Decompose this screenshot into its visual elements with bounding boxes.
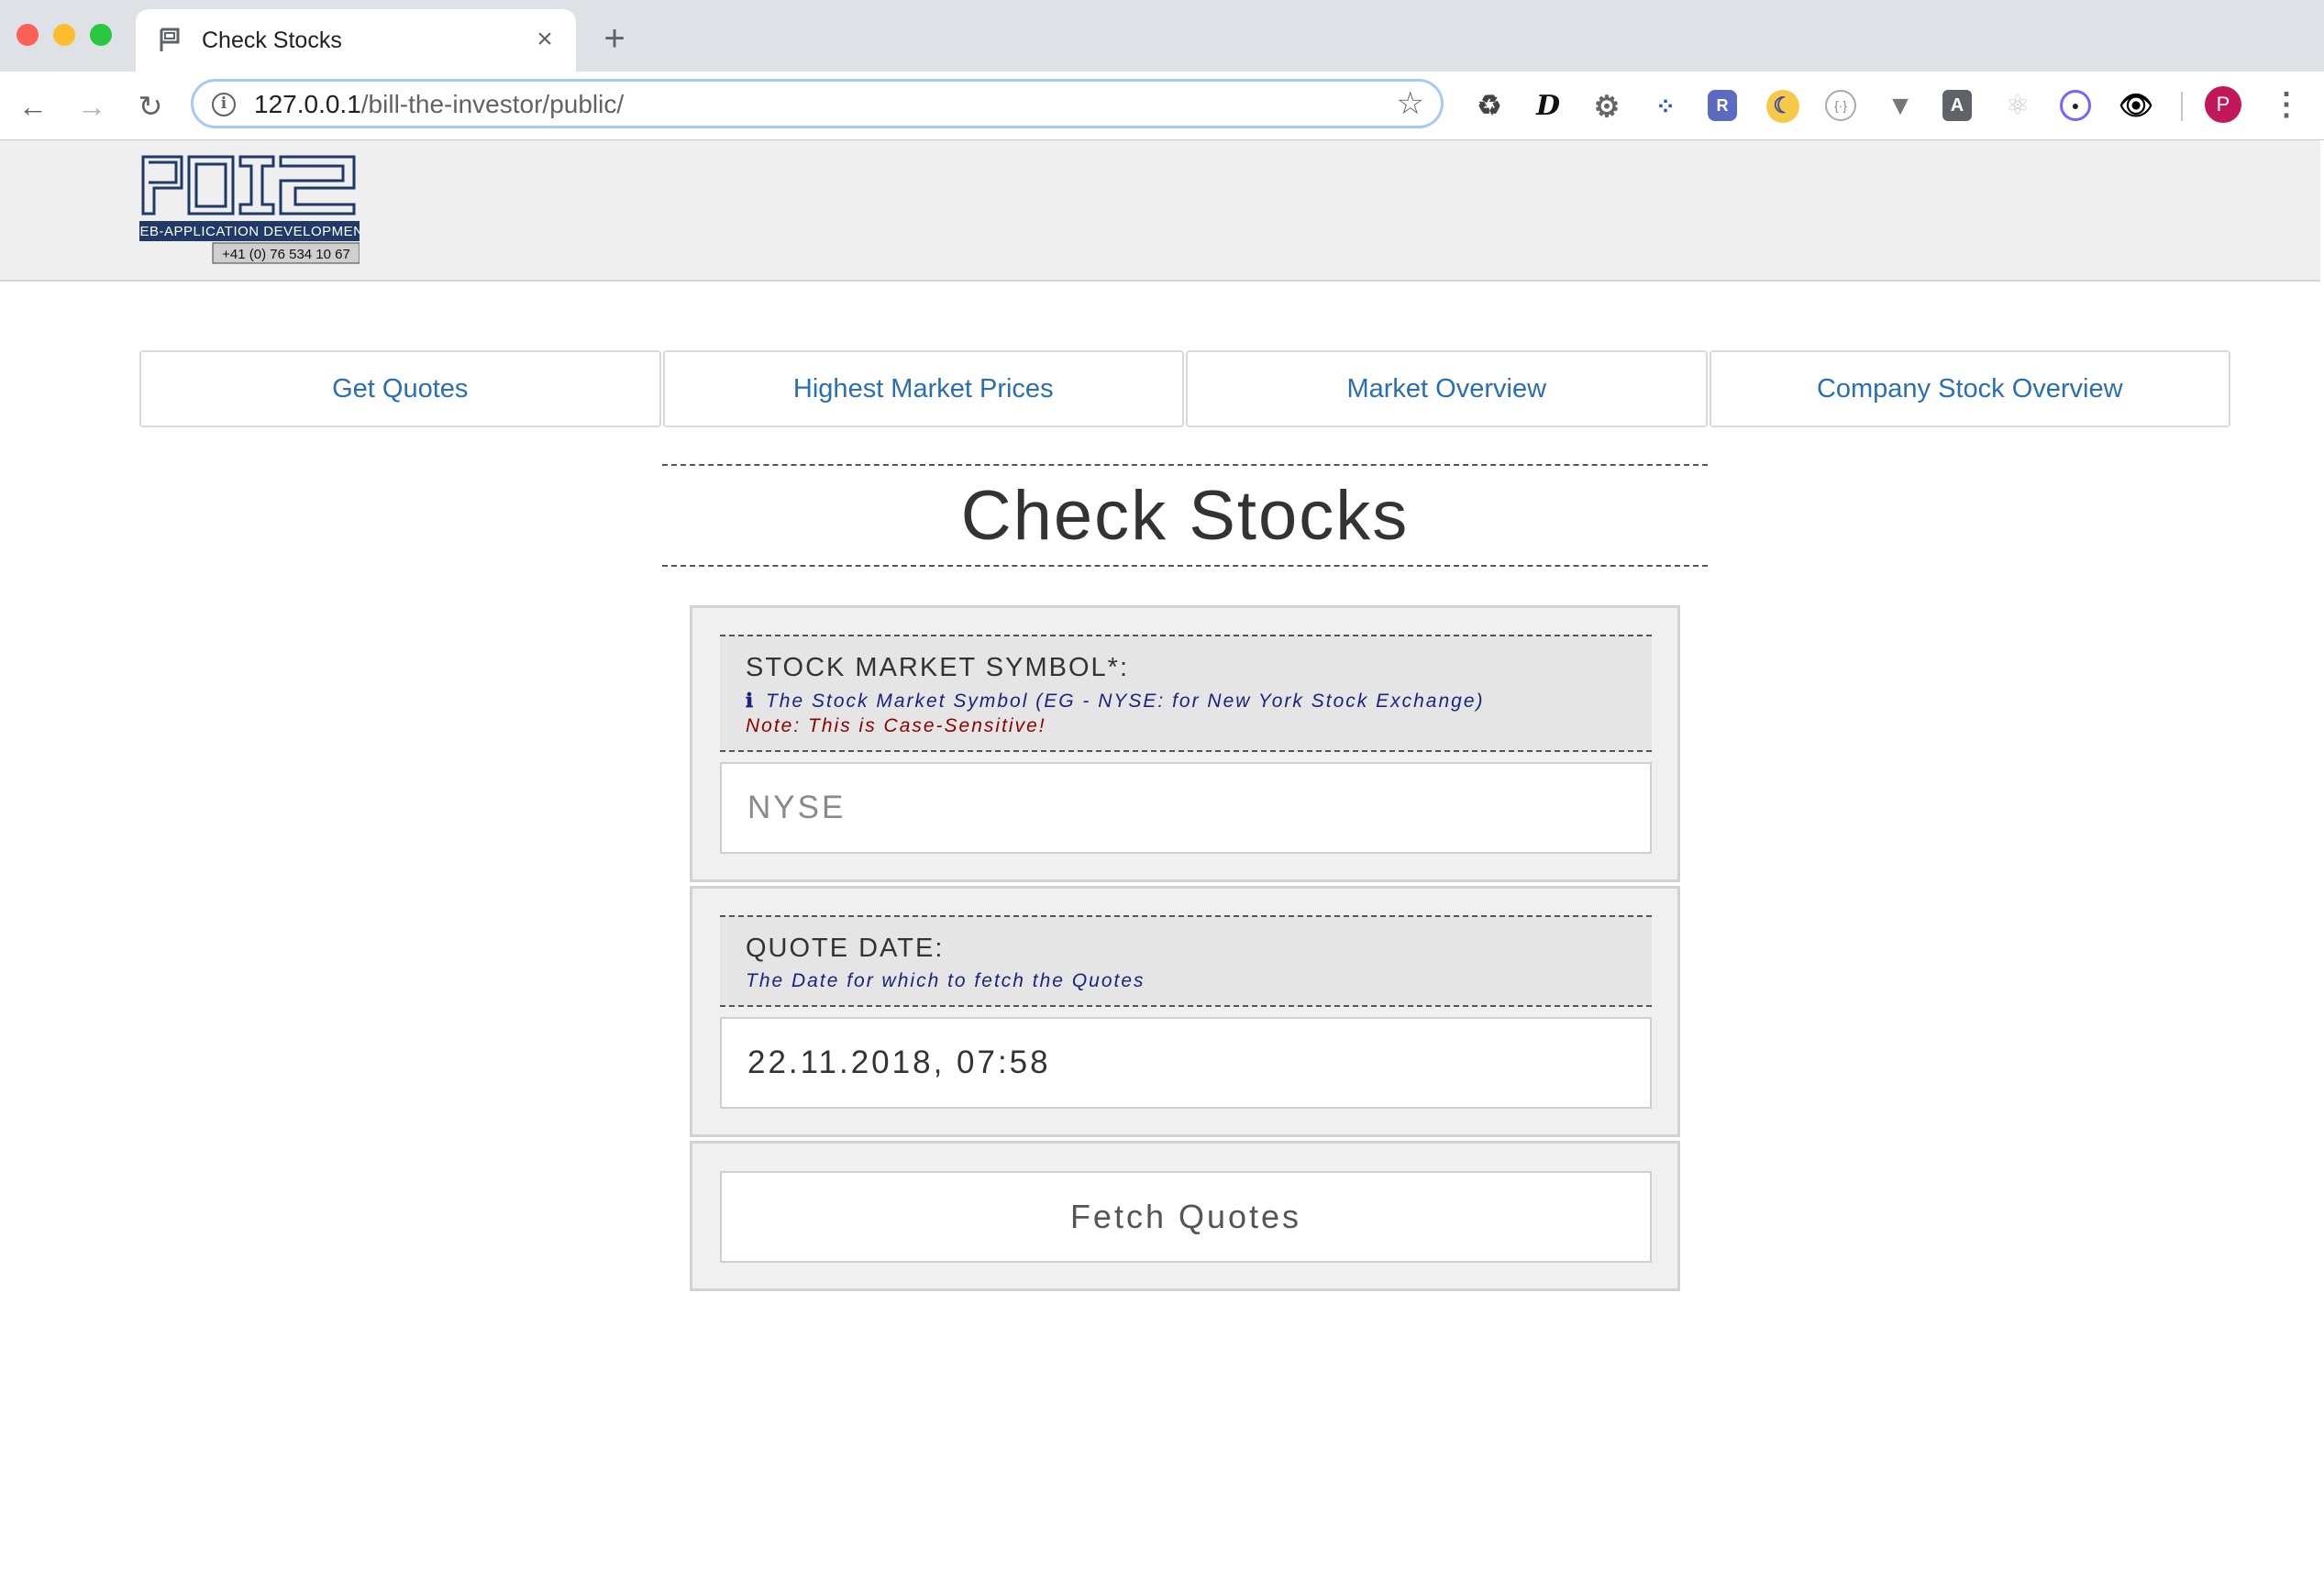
symbol-label-box: STOCK MARKET SYMBOL*: ℹ The Stock Market … [720,635,1652,752]
back-button[interactable]: ← [15,88,51,125]
date-hint: The Date for which to fetch the Quotes [746,970,1145,991]
site-info-icon[interactable]: i [212,93,236,116]
react-icon[interactable]: ⚛ [2001,90,2034,123]
svg-text:+41 (0) 76 534 10 67: +41 (0) 76 534 10 67 [222,247,350,262]
fetch-quotes-button[interactable]: Fetch Quotes [720,1171,1652,1263]
main-nav: Get Quotes Highest Market Prices Market … [139,350,2230,427]
recycle-icon[interactable]: ♻ [1473,90,1506,123]
d-logo-icon[interactable]: D [1532,90,1565,123]
symbol-label: STOCK MARKET SYMBOL*: [746,653,1130,682]
moon-icon[interactable]: ☾ [1766,90,1799,123]
site-header: WEB-APPLICATION DEVELOPMENT +41 (0) 76 5… [0,140,2324,282]
submit-panel: Fetch Quotes [690,1141,1680,1291]
angular-icon[interactable]: A [1942,90,1972,121]
address-bar[interactable]: i 127.0.0.1/bill-the-investor/public/ ☆ [191,79,1444,128]
nav-market-overview[interactable]: Market Overview [1186,350,1708,427]
target-icon[interactable]: ● [2060,90,2091,121]
minimize-window-icon[interactable] [53,24,75,46]
braces-icon[interactable]: {·} [1825,90,1856,121]
flag-icon [160,28,180,51]
r-badge-icon[interactable]: R [1708,90,1737,121]
tab-title: Check Stocks [202,28,342,53]
nav-get-quotes[interactable]: Get Quotes [139,350,661,427]
browser-tab-bar: Check Stocks × + [0,0,2324,72]
page-title-block: Check Stocks [662,464,1708,567]
url-text[interactable]: 127.0.0.1/bill-the-investor/public/ [254,90,624,119]
close-window-icon[interactable] [17,24,39,46]
url-host: 127.0.0.1 [254,90,361,118]
browser-menu-icon[interactable]: ⋮ [2271,86,2302,123]
forward-button[interactable]: → [73,88,110,125]
svg-text:WEB-APPLICATION DEVELOPMENT: WEB-APPLICATION DEVELOPMENT [139,224,360,239]
date-label-box: QUOTE DATE: The Date for which to fetch … [720,915,1652,1007]
browser-tab[interactable]: Check Stocks × [136,9,576,72]
maximize-window-icon[interactable] [90,24,112,46]
new-tab-button[interactable]: + [596,20,633,59]
symbol-note: Note: This is Case-Sensitive! [746,715,1046,736]
nav-company-stock-overview[interactable]: Company Stock Overview [1709,350,2230,427]
symbol-panel: STOCK MARKET SYMBOL*: ℹ The Stock Market … [690,605,1680,882]
bookmark-star-icon[interactable]: ☆ [1397,87,1424,120]
symbol-hint: ℹ The Stock Market Symbol (EG - NYSE: for… [746,690,1485,713]
tab-close-icon[interactable]: × [530,26,559,55]
url-path: /bill-the-investor/public/ [360,90,625,118]
page-right-edge [2320,140,2324,1592]
page-title: Check Stocks [960,476,1410,555]
info-icon: ℹ [746,691,755,712]
gear-icon[interactable]: ⚙ [1590,90,1623,123]
date-panel: QUOTE DATE: The Date for which to fetch … [690,886,1680,1137]
eye-icon[interactable]: 👁 [2119,90,2153,123]
company-logo[interactable]: WEB-APPLICATION DEVELOPMENT +41 (0) 76 5… [139,153,360,265]
quote-date-input[interactable] [720,1017,1652,1109]
dots-icon[interactable]: ⁘ [1649,90,1682,123]
date-label: QUOTE DATE: [746,934,945,963]
nav-highest-market-prices[interactable]: Highest Market Prices [662,350,1184,427]
toolbar-divider [2181,92,2183,121]
symbol-input[interactable] [720,762,1652,854]
symbol-hint-text: The Stock Market Symbol (EG - NYSE: for … [765,691,1485,712]
reload-button[interactable]: ↻ [132,88,169,125]
vue-icon[interactable]: ▼ [1884,90,1917,123]
profile-avatar[interactable]: P [2205,86,2241,123]
browser-toolbar: ← → ↻ i 127.0.0.1/bill-the-investor/publ… [0,72,2324,141]
